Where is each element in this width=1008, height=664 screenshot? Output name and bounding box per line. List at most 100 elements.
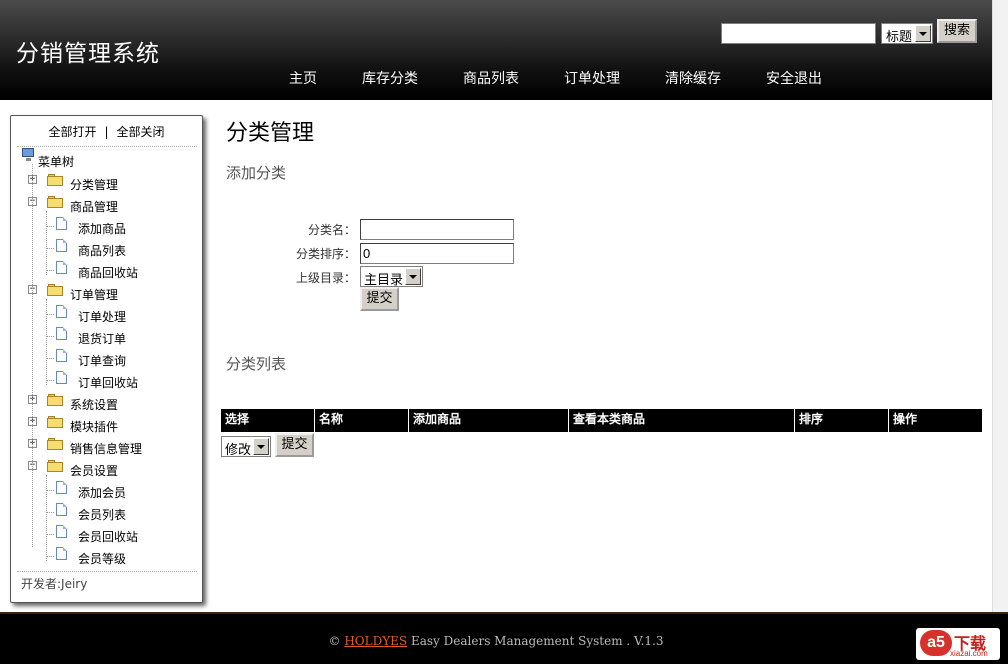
batch-action-value: 修改 bbox=[225, 443, 252, 458]
tree-item[interactable]: 退货订单 bbox=[46, 327, 196, 347]
col-actions: 操作 bbox=[893, 412, 918, 426]
folder-open-icon bbox=[47, 460, 63, 472]
tree-connector bbox=[46, 380, 54, 381]
tree-connector bbox=[46, 556, 54, 557]
folder-icon bbox=[47, 174, 63, 186]
divider bbox=[17, 146, 197, 147]
folder-open-icon bbox=[47, 284, 63, 296]
tree-item[interactable]: 订单回收站 bbox=[46, 371, 196, 391]
footer: © HOLDYES Easy Dealers Management System… bbox=[0, 612, 1008, 664]
tree-group-label: 商品管理 bbox=[70, 200, 119, 214]
tree-item-label: 订单回收站 bbox=[78, 376, 139, 390]
copyright: © HOLDYES Easy Dealers Management System… bbox=[0, 634, 992, 648]
expand-all-link[interactable]: 全部打开 bbox=[48, 125, 96, 139]
tree-group-system[interactable]: + 系统设置 bbox=[26, 393, 196, 413]
tree-group-sales-info[interactable]: + 销售信息管理 bbox=[26, 437, 196, 457]
tree-item[interactable]: 商品列表 bbox=[46, 239, 196, 259]
tree-controls: 全部打开 | 全部关闭 bbox=[11, 116, 202, 146]
tree-item-label: 会员回收站 bbox=[78, 530, 139, 544]
nav-stock-category[interactable]: 库存分类 bbox=[362, 68, 418, 88]
divider bbox=[17, 571, 197, 572]
tree-item[interactable]: 会员等级 bbox=[46, 547, 196, 567]
tree-root-label: 菜单树 bbox=[38, 155, 75, 169]
tree-group-label: 系统设置 bbox=[70, 398, 119, 412]
tree-connector bbox=[46, 299, 47, 385]
tree-item-label: 订单查询 bbox=[78, 354, 127, 368]
tree-group-category[interactable]: + 分类管理 bbox=[26, 173, 196, 193]
tree-item-label: 添加商品 bbox=[78, 222, 127, 236]
tree-connector bbox=[32, 164, 33, 547]
tree-group-product[interactable]: − 商品管理 bbox=[26, 195, 196, 215]
page-icon bbox=[56, 371, 67, 384]
tree-item[interactable]: 添加商品 bbox=[46, 217, 196, 237]
tree-connector bbox=[46, 314, 54, 315]
nav-home[interactable]: 主页 bbox=[289, 68, 317, 88]
tree-item-label: 商品列表 bbox=[78, 244, 127, 258]
tree-item-label: 订单处理 bbox=[78, 310, 127, 324]
tree-item[interactable]: 会员列表 bbox=[46, 503, 196, 523]
nav-logout[interactable]: 安全退出 bbox=[766, 68, 822, 88]
tree-group-member[interactable]: − 会员设置 bbox=[26, 459, 196, 479]
category-order-input[interactable] bbox=[360, 243, 514, 264]
tree-connector bbox=[46, 475, 47, 561]
tree-connector bbox=[46, 358, 54, 359]
tree-item[interactable]: 添加会员 bbox=[46, 481, 196, 501]
chevron-down-icon[interactable] bbox=[253, 438, 269, 455]
tree-group-label: 订单管理 bbox=[70, 288, 119, 302]
category-name-input[interactable] bbox=[360, 219, 514, 240]
page-icon bbox=[56, 261, 67, 274]
tree-group-label: 销售信息管理 bbox=[70, 442, 143, 456]
computer-icon bbox=[22, 148, 35, 162]
chevron-down-icon[interactable] bbox=[405, 268, 421, 285]
nav-order-processing[interactable]: 订单处理 bbox=[564, 68, 620, 88]
tree-group-label: 分类管理 bbox=[70, 178, 119, 192]
tree-item[interactable]: 商品回收站 bbox=[46, 261, 196, 281]
folder-open-icon bbox=[47, 196, 63, 208]
folder-icon bbox=[47, 394, 63, 406]
page-icon bbox=[56, 305, 67, 318]
collapse-all-link[interactable]: 全部关闭 bbox=[117, 125, 165, 139]
submit-button[interactable]: 提交 bbox=[360, 287, 399, 311]
tree-group-plugins[interactable]: + 模块插件 bbox=[26, 415, 196, 435]
nav-product-list[interactable]: 商品列表 bbox=[463, 68, 519, 88]
search-input[interactable] bbox=[721, 23, 876, 44]
copyright-symbol: © bbox=[328, 634, 341, 648]
page-icon bbox=[56, 327, 67, 340]
col-view-products: 查看本类商品 bbox=[569, 409, 795, 432]
page-icon bbox=[56, 349, 67, 362]
page-title: 分类管理 bbox=[226, 121, 315, 146]
tree-connector bbox=[46, 270, 54, 271]
batch-action-select[interactable]: 修改 bbox=[221, 436, 271, 458]
category-name-label: 分类名： bbox=[307, 223, 356, 237]
tree-item[interactable]: 订单处理 bbox=[46, 305, 196, 325]
tree-group-order[interactable]: − 订单管理 bbox=[26, 283, 196, 303]
tree-item-label: 商品回收站 bbox=[78, 266, 139, 280]
scrollbar[interactable] bbox=[992, 0, 1008, 612]
tree-connector bbox=[46, 490, 54, 491]
search-button[interactable]: 搜索 bbox=[937, 19, 977, 43]
watermark-sub: xiazai.com bbox=[950, 649, 988, 658]
tree-group-label: 模块插件 bbox=[70, 420, 119, 434]
tree-connector bbox=[46, 534, 54, 535]
separator: | bbox=[104, 125, 109, 139]
batch-submit-button[interactable]: 提交 bbox=[275, 433, 314, 457]
tree-connector bbox=[46, 248, 54, 249]
brand-link[interactable]: HOLDYES bbox=[344, 634, 407, 648]
tree-connector bbox=[46, 512, 54, 513]
page-icon bbox=[56, 503, 67, 516]
tree-connector bbox=[46, 336, 54, 337]
tree-item-label: 会员等级 bbox=[78, 552, 127, 566]
parent-dir-select[interactable]: 主目录 bbox=[360, 266, 423, 288]
table-header: 选择 名称 添加商品 查看本类商品 排序 操作 bbox=[221, 409, 982, 432]
footer-text: Easy Dealers Management System . V.1.3 bbox=[410, 634, 664, 648]
page-icon bbox=[56, 547, 67, 560]
chevron-down-icon[interactable] bbox=[915, 25, 931, 42]
tree-item[interactable]: 会员回收站 bbox=[46, 525, 196, 545]
page-icon bbox=[56, 481, 67, 494]
tree-connector bbox=[46, 211, 47, 275]
nav-clear-cache[interactable]: 清除缓存 bbox=[665, 68, 721, 88]
tree-item[interactable]: 订单查询 bbox=[46, 349, 196, 369]
tree-group-label: 会员设置 bbox=[70, 464, 119, 478]
col-select: 选择 bbox=[221, 409, 315, 432]
search-field-select[interactable]: 标题 bbox=[881, 23, 933, 45]
